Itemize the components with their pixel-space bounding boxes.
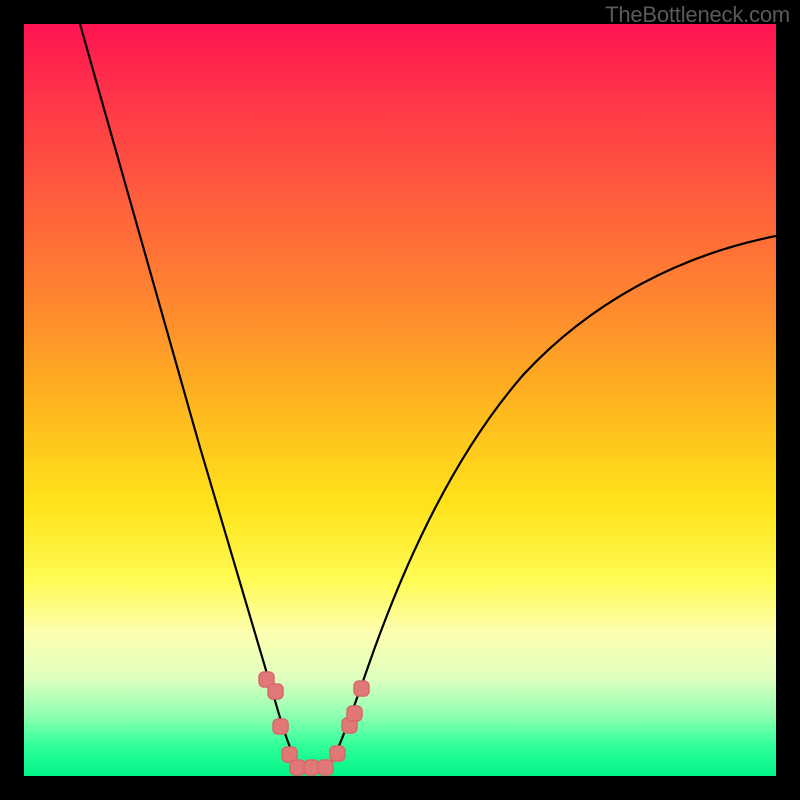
chart-plot-area	[24, 24, 776, 776]
curve-markers	[259, 672, 369, 775]
curve-path	[80, 24, 776, 772]
bottleneck-curve	[24, 24, 776, 776]
watermark-label: TheBottleneck.com	[605, 2, 790, 28]
chart-frame: TheBottleneck.com	[0, 0, 800, 800]
